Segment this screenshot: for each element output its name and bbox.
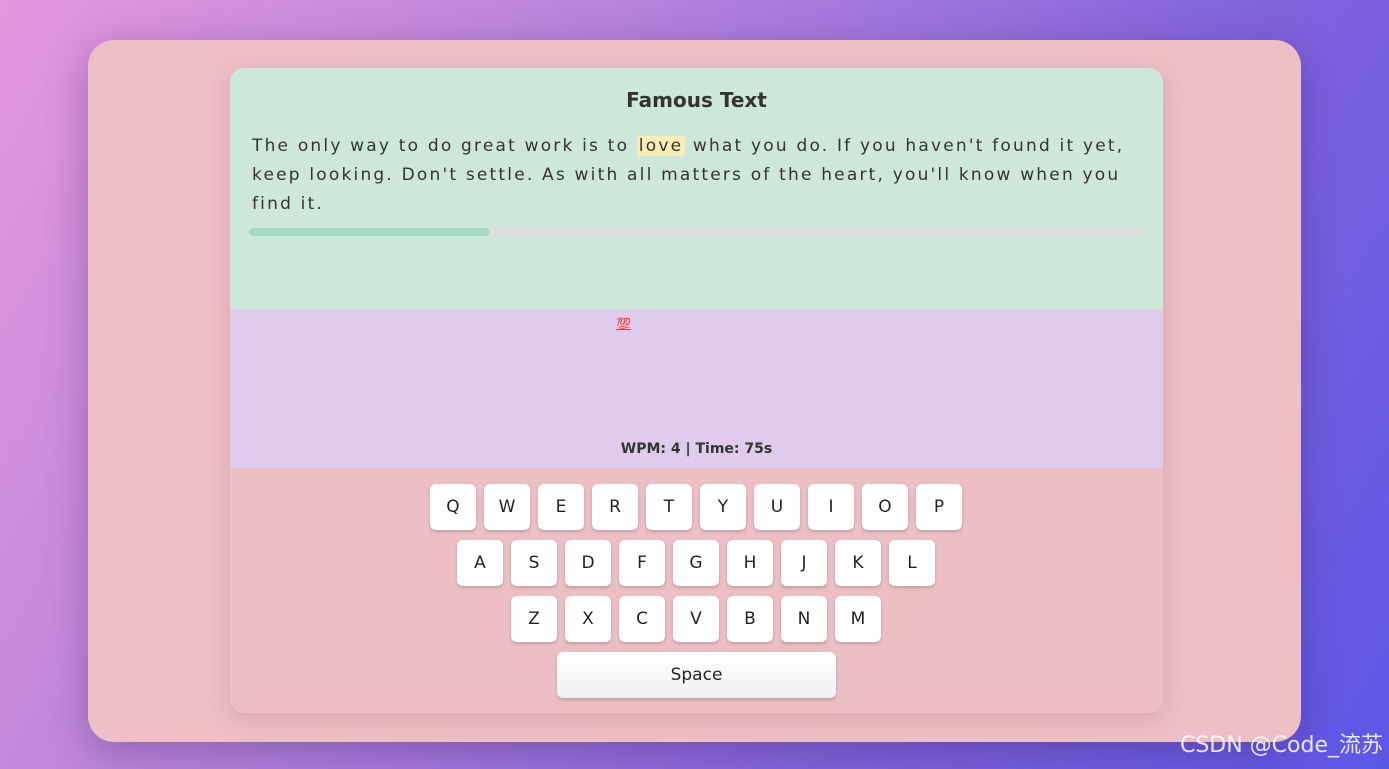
key-l[interactable]: L — [889, 540, 935, 586]
passage-text: The only way to do great work is to love… — [252, 132, 1142, 219]
key-w[interactable]: W — [484, 484, 530, 530]
key-q[interactable]: Q — [430, 484, 476, 530]
wpm-time-stats: WPM: 4 | Time: 75s — [620, 441, 773, 457]
key-n[interactable]: N — [781, 596, 827, 642]
typing-app: Famous Text The only way to do great wor… — [230, 68, 1163, 713]
key-e[interactable]: E — [538, 484, 584, 530]
progress-fill — [249, 228, 491, 236]
key-f[interactable]: F — [619, 540, 665, 586]
progress-bar — [249, 228, 1143, 236]
key-h[interactable]: H — [727, 540, 773, 586]
stats-panel: 💯 WPM: 4 | Time: 75s — [230, 309, 1163, 468]
key-s[interactable]: S — [511, 540, 557, 586]
page-title: Famous Text — [626, 88, 767, 112]
hundred-points-icon: 💯 — [616, 317, 631, 331]
passage-typed: The only way to do great work is to — [252, 136, 637, 156]
current-word-highlight: love — [636, 136, 686, 156]
on-screen-keyboard: Q W E R T Y U I O P A S D F G H J K L Z X C V B N M Space — [230, 468, 1163, 713]
key-b[interactable]: B — [727, 596, 773, 642]
key-r[interactable]: R — [592, 484, 638, 530]
key-k[interactable]: K — [835, 540, 881, 586]
key-o[interactable]: O — [862, 484, 908, 530]
key-v[interactable]: V — [673, 596, 719, 642]
key-g[interactable]: G — [673, 540, 719, 586]
key-x[interactable]: X — [565, 596, 611, 642]
key-t[interactable]: T — [646, 484, 692, 530]
key-m[interactable]: M — [835, 596, 881, 642]
space-key[interactable]: Space — [557, 652, 836, 698]
text-panel: Famous Text The only way to do great wor… — [230, 68, 1163, 309]
key-u[interactable]: U — [754, 484, 800, 530]
key-c[interactable]: C — [619, 596, 665, 642]
watermark: CSDN @Code_流苏 — [1179, 733, 1383, 758]
key-a[interactable]: A — [457, 540, 503, 586]
key-i[interactable]: I — [808, 484, 854, 530]
key-d[interactable]: D — [565, 540, 611, 586]
key-p[interactable]: P — [916, 484, 962, 530]
key-j[interactable]: J — [781, 540, 827, 586]
key-y[interactable]: Y — [700, 484, 746, 530]
key-z[interactable]: Z — [511, 596, 557, 642]
